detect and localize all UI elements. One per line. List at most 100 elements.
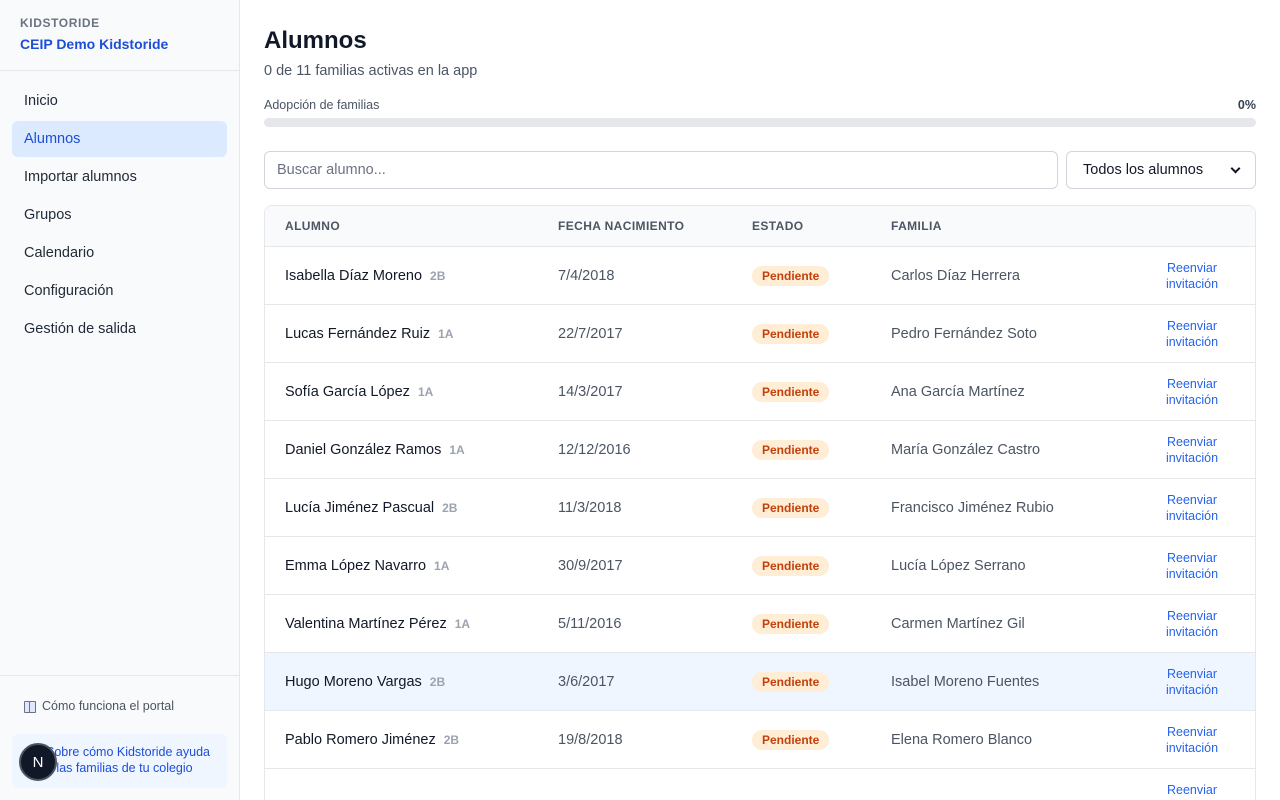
column-header-status: ESTADO [752, 219, 804, 233]
family-name: María González Castro [891, 441, 1041, 458]
action-cell: Reenviar invitación [1129, 260, 1255, 292]
status-badge: Pendiente [752, 671, 830, 692]
status-badge: Pendiente [752, 497, 830, 518]
table-row: Pablo Romero Jiménez 2B 19/8/2018 Pendiente… [265, 711, 1255, 769]
status-badge: Pendiente [752, 613, 830, 634]
birth-date: 19/8/2018 [558, 731, 623, 748]
student-cell: Sofía García López 1A [265, 384, 558, 400]
book-icon [24, 701, 36, 713]
sidebar-item-grupos[interactable]: Grupos [12, 197, 227, 233]
group-label: 1A [449, 442, 465, 457]
student-name: Daniel González Ramos [285, 441, 442, 458]
sidebar-item-importar-alumnos[interactable]: Importar alumnos [12, 159, 227, 195]
table-row: Reenviar invitación [265, 769, 1255, 800]
brand-eyebrow: KIDSTORIDE [20, 16, 100, 30]
student-cell [265, 790, 558, 800]
sidebar-item-calendario[interactable]: Calendario [12, 235, 227, 271]
progress-bar [264, 118, 1256, 127]
sidebar-nav: Inicio Alumnos Importar alumnos Grupos C… [0, 71, 239, 361]
chevron-down-icon [1230, 163, 1241, 173]
birth-date: 22/7/2017 [558, 325, 623, 342]
group-label: 2B [443, 732, 460, 747]
student-cell: Emma López Navarro 1A [265, 558, 558, 574]
table-row: Valentina Martínez Pérez 1A 5/11/2016 Pendi… [265, 595, 1255, 653]
resend-invitation-button[interactable]: Reenviar invitación [1152, 434, 1232, 466]
status-badge: Pendiente [752, 555, 830, 576]
student-cell: Pablo Romero Jiménez 2B [265, 732, 558, 748]
student-cell: Valentina Martínez Pérez 1A [265, 616, 558, 632]
status-cell: Pendiente [752, 497, 891, 518]
action-cell: Reenviar invitación [1129, 434, 1255, 466]
column-header-birth: FECHA NACIMIENTO [558, 219, 685, 233]
status-badge: Pendiente [752, 439, 830, 460]
school-name: CEIP Demo Kidstoride [20, 36, 169, 52]
student-filter-select[interactable]: Todos los alumnos [1066, 151, 1256, 189]
help-link[interactable]: Cómo funciona el portal [12, 696, 227, 716]
filters: Todos los alumnos [264, 151, 1256, 189]
resend-invitation-button[interactable]: Reenviar invitación [1152, 666, 1232, 698]
sidebar-item-alumnos[interactable]: Alumnos [12, 121, 227, 157]
group-label: 1A [417, 384, 434, 399]
group-label: 2B [430, 268, 446, 283]
student-cell: Lucas Fernández Ruiz 1A [265, 326, 558, 342]
sidebar-item-gestion-de-salida[interactable]: Gestión de salida [12, 311, 227, 347]
family-name: Ana García Martínez [891, 383, 1025, 400]
action-cell: Reenviar invitación [1129, 376, 1255, 408]
brand: KIDSTORIDE CEIP Demo Kidstoride [0, 0, 239, 71]
student-name: Sofía García López [285, 383, 410, 400]
birth-date: 11/3/2018 [558, 499, 622, 516]
group-label: 1A [438, 326, 454, 341]
student-name: Emma López Navarro [285, 557, 427, 574]
resend-invitation-button[interactable]: Reenviar invitación [1152, 550, 1232, 582]
status-cell: Pendiente [752, 381, 891, 402]
group-label: 1A [434, 558, 450, 573]
avatar[interactable]: N [19, 743, 57, 781]
birth-date: 12/12/2016 [558, 441, 631, 458]
action-cell: Reenviar invitación [1129, 318, 1255, 350]
resend-invitation-button[interactable]: Reenviar invitación [1152, 724, 1232, 756]
status-cell: Pendiente [752, 729, 891, 750]
column-header-family: FAMILIA [891, 219, 942, 233]
main-content: Alumnos 0 de 11 familias activas en la a… [264, 0, 1256, 800]
action-cell: Reenviar invitación [1129, 666, 1255, 698]
student-name: Lucas Fernández Ruiz [285, 325, 431, 342]
resend-invitation-button[interactable]: Reenviar invitación [1152, 260, 1232, 292]
status-badge: Pendiente [752, 265, 830, 286]
birth-date: 5/11/2016 [558, 615, 622, 632]
status-cell: Pendiente [752, 613, 891, 634]
sidebar-item-configuracion[interactable]: Configuración [12, 273, 227, 309]
students-table: ALUMNO FECHA NACIMIENTO ESTADO FAMILIA I… [264, 205, 1256, 800]
resend-invitation-button[interactable]: Reenviar invitación [1152, 782, 1232, 800]
student-name: Hugo Moreno Vargas [285, 673, 422, 690]
student-name: Isabella Díaz Moreno [285, 267, 423, 284]
table-row: Isabella Díaz Moreno 2B 7/4/2018 Pendiente C… [265, 247, 1255, 305]
table-row: Lucía Jiménez Pascual 2B 11/3/2018 Pendient… [265, 479, 1255, 537]
status-cell: Pendiente [752, 671, 891, 692]
student-name: Pablo Romero Jiménez [285, 731, 436, 748]
action-cell: Reenviar invitación [1129, 608, 1255, 640]
resend-invitation-button[interactable]: Reenviar invitación [1152, 608, 1232, 640]
family-name: Carlos Díaz Herrera [891, 267, 1020, 284]
search-input[interactable] [264, 151, 1058, 189]
action-cell: Reenviar invitación [1129, 782, 1255, 800]
birth-date: 30/9/2017 [558, 557, 623, 574]
action-cell: Reenviar invitación [1129, 492, 1255, 524]
status-badge: Pendiente [752, 323, 830, 344]
page-subtitle: 0 de 11 familias activas en la app [264, 63, 478, 79]
student-filter-value: Todos los alumnos [1083, 162, 1204, 178]
student-cell: Isabella Díaz Moreno 2B [265, 268, 558, 284]
table-row: Daniel González Ramos 1A 12/12/2016 Pendien… [265, 421, 1255, 479]
sidebar: KIDSTORIDE CEIP Demo Kidstoride Inicio A… [0, 0, 240, 800]
resend-invitation-button[interactable]: Reenviar invitación [1152, 376, 1232, 408]
family-name: Pedro Fernández Soto [891, 325, 1037, 342]
sidebar-item-inicio[interactable]: Inicio [12, 83, 227, 119]
sidebar-footer: Cómo funciona el portal Sobre cómo Kidst… [0, 675, 239, 800]
table-body: Isabella Díaz Moreno 2B 7/4/2018 Pendiente C… [265, 247, 1255, 800]
resend-invitation-button[interactable]: Reenviar invitación [1152, 492, 1232, 524]
column-header-student: ALUMNO [285, 219, 341, 233]
resend-invitation-button[interactable]: Reenviar invitación [1152, 318, 1232, 350]
action-cell: Reenviar invitación [1129, 550, 1255, 582]
student-cell: Lucía Jiménez Pascual 2B [265, 500, 558, 516]
action-cell: Reenviar invitación [1129, 724, 1255, 756]
family-name: Elena Romero Blanco [891, 731, 1033, 748]
